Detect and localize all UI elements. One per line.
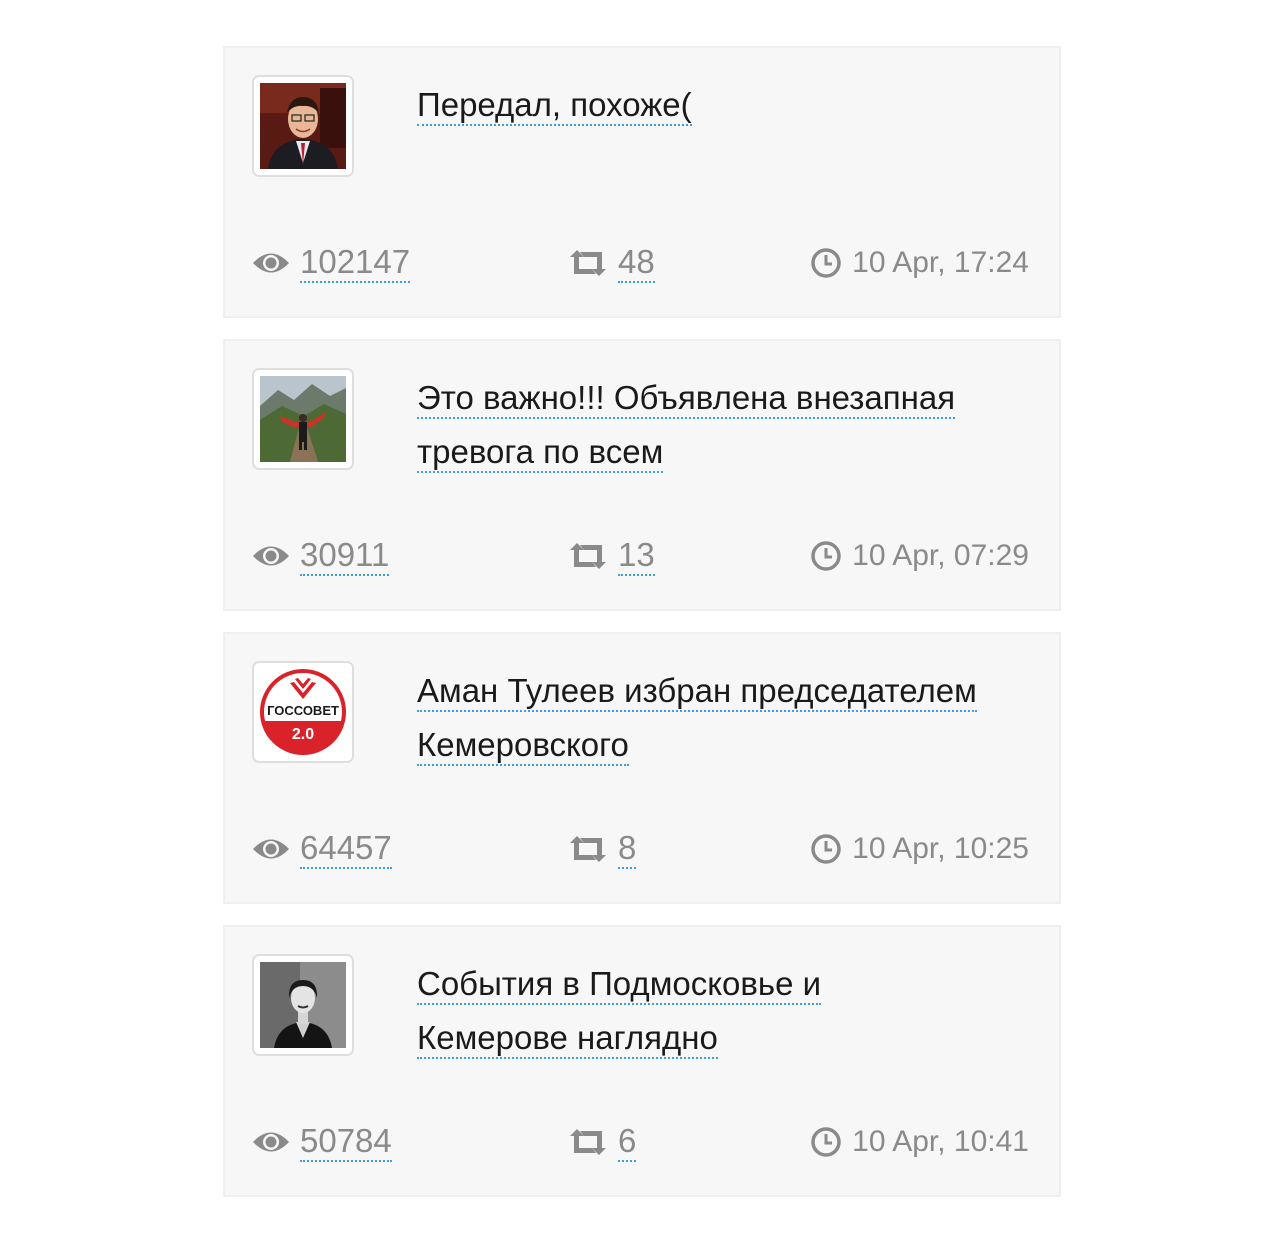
views-stat: 50784: [252, 1117, 392, 1167]
post-time: 10 Apr, 10:25: [852, 832, 1029, 865]
clock-icon: [810, 1126, 842, 1158]
shares-count[interactable]: 6: [618, 1122, 637, 1162]
eye-icon: [252, 1129, 290, 1155]
post-stats: 50784 6 10 Apr, 10:41: [252, 1117, 1029, 1167]
post-title: Это важно!!! Объявлена внезапная тревога…: [417, 371, 977, 479]
shares-count[interactable]: 13: [618, 536, 655, 576]
views-count[interactable]: 64457: [300, 829, 392, 869]
eye-icon: [252, 250, 290, 276]
clock-icon: [810, 247, 842, 279]
man-in-suit-photo: [260, 83, 346, 169]
views-count[interactable]: 102147: [300, 243, 411, 283]
views-count[interactable]: 30911: [300, 536, 390, 576]
logo-text-bottom: 2.0: [292, 726, 314, 743]
post-stats: 64457 8 10 Apr, 10:25: [252, 824, 1029, 874]
time-stat: 10 Apr, 17:24: [810, 238, 1029, 288]
post-stats: 30911 13 10 Apr, 07:29: [252, 531, 1029, 581]
post-title: События в Подмосковье и Кемерове наглядн…: [417, 957, 977, 1065]
channel-avatar[interactable]: [252, 368, 354, 470]
post-time: 10 Apr, 10:41: [852, 1125, 1029, 1158]
post-feed: Передал, похоже( 102147 48 10 Apr, 17:24: [223, 46, 1061, 1218]
views-count[interactable]: 50784: [300, 1122, 392, 1162]
logo-text-top: ГОССОВЕТ: [267, 703, 339, 718]
post-time: 10 Apr, 07:29: [852, 539, 1029, 572]
shares-stat: 8: [568, 824, 637, 874]
post-title-link[interactable]: События в Подмосковье и Кемерове наглядн…: [417, 965, 822, 1059]
shares-count[interactable]: 8: [618, 829, 637, 869]
hiker-mountain-photo: [260, 376, 346, 462]
clock-icon: [810, 833, 842, 865]
post-title-link[interactable]: Аман Тулеев избран председателем Кемеров…: [417, 672, 977, 766]
post-title: Аман Тулеев избран председателем Кемеров…: [417, 664, 977, 772]
eye-icon: [252, 836, 290, 862]
eye-icon: [252, 543, 290, 569]
post-time: 10 Apr, 17:24: [852, 246, 1029, 279]
post-card: События в Подмосковье и Кемерове наглядн…: [223, 925, 1061, 1197]
gossovet-logo: ГОССОВЕТ 2.0: [260, 669, 346, 755]
shares-count[interactable]: 48: [618, 243, 655, 283]
retweet-icon: [568, 249, 608, 277]
post-title: Передал, похоже(: [417, 78, 977, 132]
channel-avatar[interactable]: [252, 954, 354, 1056]
channel-avatar[interactable]: ГОССОВЕТ 2.0: [252, 661, 354, 763]
time-stat: 10 Apr, 07:29: [810, 531, 1029, 581]
shares-stat: 48: [568, 238, 655, 288]
views-stat: 102147: [252, 238, 411, 288]
clock-icon: [810, 540, 842, 572]
time-stat: 10 Apr, 10:41: [810, 1117, 1029, 1167]
woman-bw-portrait: [260, 962, 346, 1048]
post-card: ГОССОВЕТ 2.0 Аман Тулеев избран председа…: [223, 632, 1061, 904]
time-stat: 10 Apr, 10:25: [810, 824, 1029, 874]
retweet-icon: [568, 542, 608, 570]
post-title-link[interactable]: Это важно!!! Объявлена внезапная тревога…: [417, 379, 956, 473]
shares-stat: 13: [568, 531, 655, 581]
channel-avatar[interactable]: [252, 75, 354, 177]
post-title-link[interactable]: Передал, похоже(: [417, 86, 692, 126]
retweet-icon: [568, 835, 608, 863]
post-card: Передал, похоже( 102147 48 10 Apr, 17:24: [223, 46, 1061, 318]
post-card: Это важно!!! Объявлена внезапная тревога…: [223, 339, 1061, 611]
views-stat: 30911: [252, 531, 390, 581]
retweet-icon: [568, 1128, 608, 1156]
shares-stat: 6: [568, 1117, 637, 1167]
post-stats: 102147 48 10 Apr, 17:24: [252, 238, 1029, 288]
views-stat: 64457: [252, 824, 392, 874]
